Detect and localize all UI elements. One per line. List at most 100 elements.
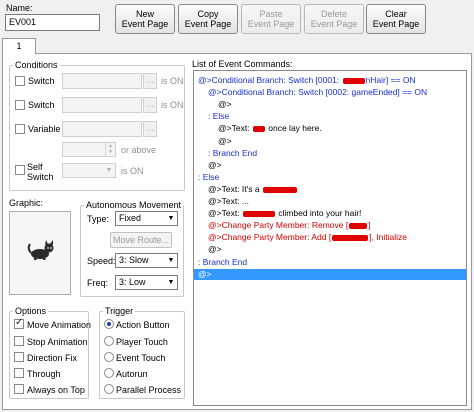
name-label: Name: — [6, 3, 33, 13]
command-row[interactable]: : Else — [194, 111, 466, 122]
through-label: Through — [27, 369, 61, 379]
command-text: @>Conditional Branch: Switch [0002: game… — [208, 87, 428, 98]
command-row[interactable]: @>Change Party Member: Remove [] — [194, 220, 466, 231]
self-switch-checkbox[interactable] — [15, 165, 25, 175]
switch1-checkbox[interactable] — [15, 76, 25, 86]
chevron-down-icon: ▼ — [167, 215, 175, 222]
always-on-top-checkbox[interactable] — [14, 384, 24, 394]
event-command-list[interactable]: @>Conditional Branch: Switch [0001: nHai… — [193, 70, 467, 406]
switch2-browse-button[interactable]: … — [143, 97, 157, 113]
speed-label: Speed: — [87, 256, 116, 266]
command-text: @> — [218, 135, 232, 146]
always-on-top-label: Always on Top — [27, 385, 85, 395]
redaction-mark — [262, 186, 297, 193]
switch2-field[interactable] — [62, 97, 142, 113]
self-switch-is-on: is ON — [121, 166, 144, 176]
command-row[interactable]: @>Text: once lay here. — [194, 123, 466, 134]
command-row[interactable]: @> — [194, 244, 466, 255]
switch1-label: Switch — [28, 76, 55, 86]
command-row[interactable]: : Branch End — [194, 148, 466, 159]
command-row[interactable]: : Else — [194, 172, 466, 183]
conditions-title: Conditions — [13, 60, 60, 70]
command-row[interactable]: @>Conditional Branch: Switch [0002: game… — [194, 87, 466, 98]
command-text: @> — [198, 268, 212, 279]
command-row[interactable]: @> — [194, 136, 466, 147]
variable-checkbox[interactable] — [15, 124, 25, 134]
switch2-is-on: is ON — [161, 100, 184, 110]
switch1-is-on: is ON — [161, 76, 184, 86]
redaction-mark — [332, 235, 369, 242]
command-row[interactable]: : Branch End — [194, 257, 466, 268]
type-label: Type: — [87, 214, 110, 224]
redaction-mark — [252, 126, 265, 133]
variable-value-spinner[interactable]: ▲ ▼ — [62, 142, 116, 157]
command-text-tail: ] — [368, 220, 371, 231]
copy-event-page-button[interactable]: Copy Event Page — [178, 4, 238, 34]
cat-sprite-icon — [27, 240, 54, 260]
move-animation-checkbox[interactable] — [14, 317, 24, 329]
switch1-field[interactable] — [62, 73, 142, 89]
command-text-tail: climbed into your hair! — [275, 208, 362, 219]
action-button-radio[interactable] — [104, 319, 114, 329]
command-text: @>Text: ... — [208, 196, 249, 206]
command-row[interactable]: @>Text: climbed into your hair! — [194, 208, 466, 219]
delete-event-page-button[interactable]: Delete Event Page — [304, 4, 364, 34]
command-row[interactable]: @> — [194, 99, 466, 110]
switch1-browse-button[interactable]: … — [143, 73, 157, 89]
through-checkbox[interactable] — [14, 368, 24, 378]
options-title: Options — [13, 306, 49, 316]
parallel-process-radio[interactable] — [104, 384, 114, 394]
movement-speed-select[interactable]: 3: Slow ▼ — [115, 253, 178, 268]
direction-fix-checkbox[interactable] — [14, 352, 24, 362]
player-touch-label: Player Touch — [116, 337, 168, 347]
variable-label: Variable — [28, 124, 61, 134]
self-switch-select[interactable]: ▼ — [62, 163, 116, 178]
direction-fix-label: Direction Fix — [27, 353, 78, 363]
graphic-preview[interactable] — [9, 211, 71, 295]
tab-page-1[interactable]: 1 — [2, 38, 36, 54]
move-route-button[interactable]: Move Route... — [110, 232, 172, 248]
command-text: @> — [208, 244, 222, 255]
move-animation-label: Move Animation — [27, 320, 92, 330]
command-row[interactable]: @> — [194, 268, 466, 280]
parallel-process-label: Parallel Process — [116, 385, 182, 395]
command-text: @>Text: — [218, 123, 252, 134]
command-text: @>Text: — [208, 208, 242, 219]
freq-label: Freq: — [87, 278, 109, 288]
movement-speed-value: 3: Slow — [119, 255, 149, 265]
graphic-title: Graphic: — [9, 198, 44, 208]
clear-event-page-button[interactable]: Clear Event Page — [366, 4, 426, 34]
variable-browse-button[interactable]: … — [143, 121, 157, 137]
command-text: @>Change Party Member: Remove [ — [208, 220, 349, 231]
movement-freq-select[interactable]: 3: Low ▼ — [115, 275, 178, 290]
event-name-input[interactable]: EV001 — [5, 14, 100, 31]
command-list-title: List of Event Commands: — [192, 59, 293, 69]
new-event-page-button[interactable]: New Event Page — [115, 4, 175, 34]
command-row[interactable]: @> — [194, 160, 466, 171]
paste-event-page-button[interactable]: Paste Event Page — [241, 4, 301, 34]
variable-field[interactable] — [62, 121, 142, 137]
switch2-checkbox[interactable] — [15, 100, 25, 110]
command-text: : Branch End — [208, 147, 258, 158]
autorun-radio[interactable] — [104, 368, 114, 378]
command-text-tail: nHair] == ON — [365, 75, 416, 85]
command-row[interactable]: @>Text: It's a — [194, 184, 466, 195]
redaction-mark — [242, 210, 275, 217]
stop-animation-checkbox[interactable] — [14, 336, 24, 346]
command-row[interactable]: @>Conditional Branch: Switch [0001: nHai… — [194, 75, 466, 86]
event-touch-radio[interactable] — [104, 352, 114, 362]
autorun-label: Autorun — [116, 369, 148, 379]
command-row[interactable]: @>Change Party Member: Add [], Initializ… — [194, 232, 466, 243]
command-text: @>Conditional Branch: Switch [0001: — [198, 75, 342, 85]
command-text: : Else — [198, 171, 220, 182]
or-above-label: or above — [121, 145, 157, 155]
movement-type-value: Fixed — [119, 213, 142, 223]
chevron-down-icon: ▼ — [167, 257, 175, 264]
command-row[interactable]: @>Text: ... — [194, 196, 466, 207]
trigger-title: Trigger — [103, 306, 136, 316]
command-text-tail: once lay here. — [265, 123, 322, 134]
movement-freq-value: 3: Low — [119, 277, 146, 287]
movement-type-select[interactable]: Fixed ▼ — [115, 211, 178, 226]
stop-animation-label: Stop Animation — [27, 337, 88, 347]
player-touch-radio[interactable] — [104, 336, 114, 346]
